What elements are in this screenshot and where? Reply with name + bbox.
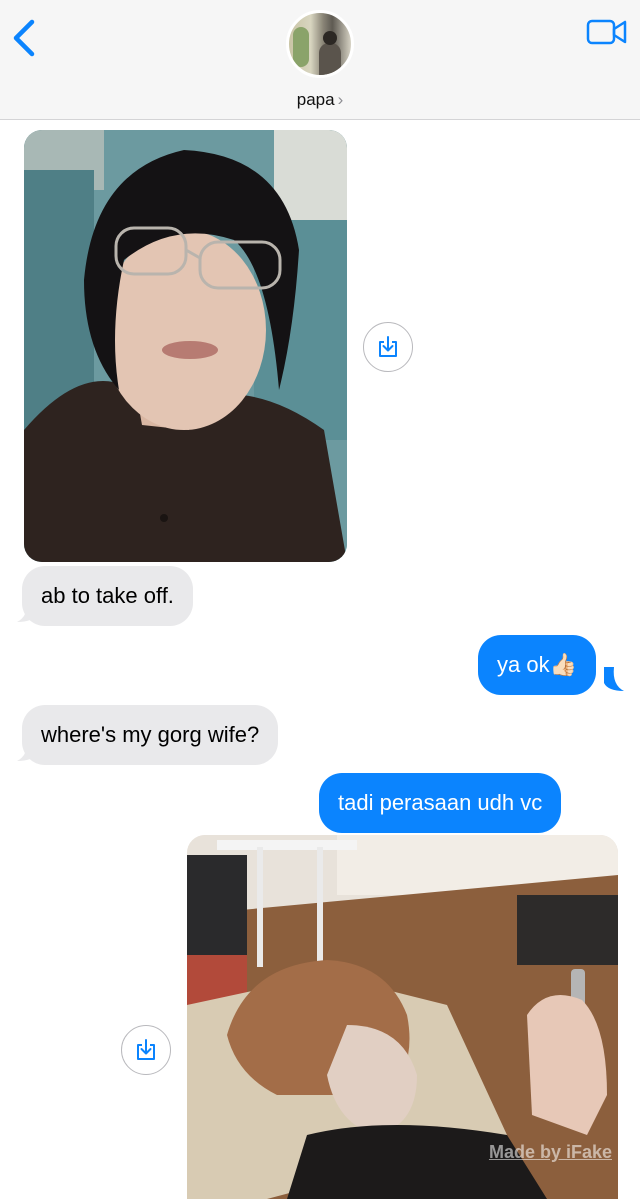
message-text: ya ok👍🏻 [497,652,577,677]
received-message-bubble[interactable]: where's my gorg wife? [22,705,279,765]
chevron-right-icon: › [337,90,344,109]
video-camera-icon [586,19,627,45]
save-photo-button[interactable] [121,1025,171,1075]
back-button[interactable] [8,18,42,58]
sent-message-bubble[interactable]: ya ok👍🏻 [478,635,596,695]
save-photo-button[interactable] [363,322,413,372]
watermark-text: Made by iFake [488,1142,612,1162]
contact-name-button[interactable]: papa › [0,90,640,110]
avatar-photo-detail [323,31,337,45]
sent-photo[interactable]: Made by iFake [187,835,618,1199]
sent-message-bubble[interactable]: tadi perasaan udh vc [319,773,562,833]
facetime-video-button[interactable] [586,18,628,48]
message-text: tadi perasaan udh vc [338,790,543,815]
contact-name: papa [296,90,335,109]
bubble-tail [604,667,624,691]
received-message-bubble[interactable]: ab to take off. [22,566,193,626]
contact-avatar[interactable] [286,10,354,78]
received-photo[interactable] [24,130,347,562]
download-icon [379,336,397,357]
avatar-photo-detail [293,27,309,67]
conversation-header: papa › [0,0,640,120]
bubble-tail [17,737,37,761]
selfie-photo [24,130,347,562]
avatar-photo-detail [319,43,341,75]
message-text: ab to take off. [41,583,174,608]
download-icon [137,1039,155,1060]
bubble-tail [17,598,37,622]
chevron-left-icon [13,19,35,57]
message-text: where's my gorg wife? [41,722,260,747]
